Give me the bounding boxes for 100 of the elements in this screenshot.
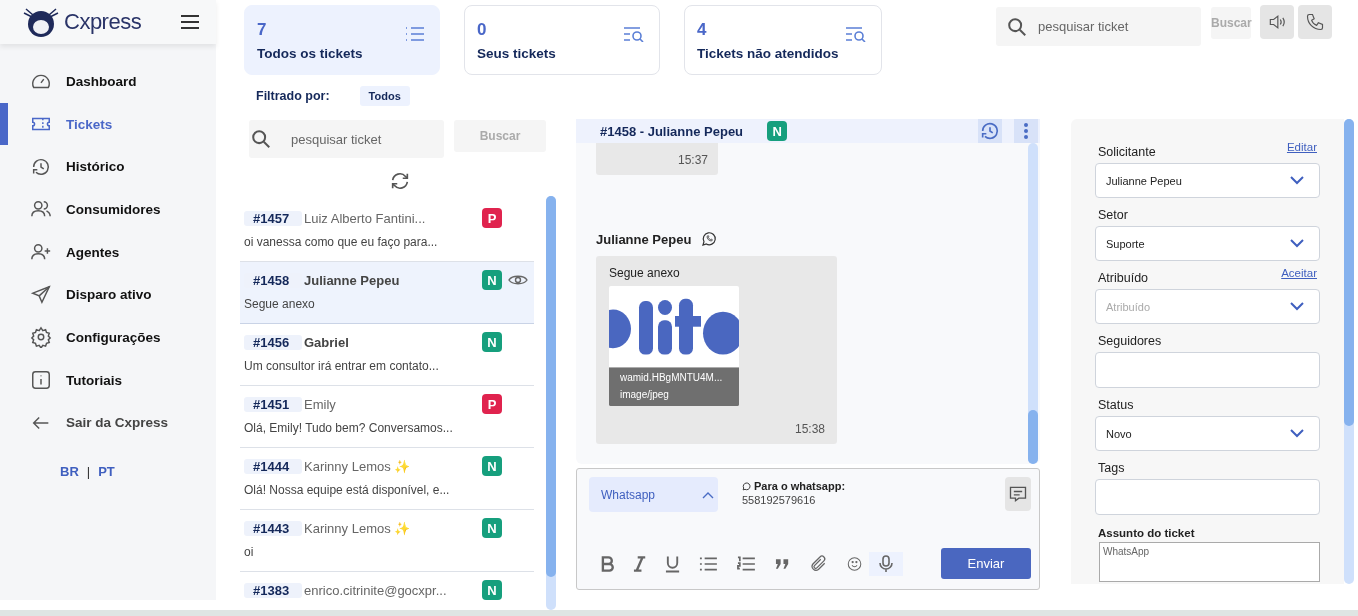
refresh-icon[interactable] bbox=[389, 170, 411, 192]
ticket-id: #1444 bbox=[244, 458, 302, 474]
nav-item[interactable]: Tickets bbox=[0, 102, 216, 146]
chevron-up-icon bbox=[702, 490, 714, 499]
message-time: 15:38 bbox=[794, 422, 825, 436]
file-type: image/jpeg bbox=[620, 389, 670, 400]
ticket-preview: Olá, Emily! Tudo bem? Conversamos... bbox=[244, 421, 454, 435]
chevron-down-icon bbox=[1290, 176, 1304, 185]
ticket-name: Karinny Lemos ✨ bbox=[304, 458, 412, 474]
separator: | bbox=[86, 464, 91, 480]
speaker-button[interactable] bbox=[1260, 5, 1294, 39]
language-link[interactable]: PT bbox=[98, 464, 115, 480]
ticket-id: #1456 bbox=[244, 334, 302, 350]
ticket-name: Gabriel bbox=[304, 334, 350, 350]
phone-button[interactable] bbox=[1298, 5, 1332, 39]
ticket-item[interactable]: #1458 Julianne Pepeu N Segue anexo bbox=[240, 262, 534, 324]
select-field[interactable]: Julianne Pepeu bbox=[1095, 163, 1320, 198]
ticket-id: #1383 bbox=[244, 582, 302, 598]
stat-card[interactable]: 0 Seus tickets bbox=[464, 5, 660, 75]
phone-icon bbox=[1305, 12, 1325, 32]
ticket-name: Luiz Alberto Fantini... bbox=[304, 210, 427, 226]
brand-name: Cxpress bbox=[64, 9, 142, 35]
status-badge: P bbox=[482, 394, 502, 414]
ticket-item[interactable]: #1444 Karinny Lemos ✨ N Olá! Nossa equipe está disponível, e... bbox=[240, 448, 534, 510]
status-badge: N bbox=[482, 332, 502, 352]
select-field[interactable]: Novo bbox=[1095, 416, 1320, 451]
nav-item[interactable]: Histórico bbox=[0, 145, 216, 189]
nav-item[interactable]: Agentes bbox=[0, 230, 216, 274]
nav-item[interactable]: Configurações bbox=[0, 316, 216, 359]
more-button[interactable] bbox=[1014, 119, 1038, 143]
nav-item[interactable]: Tutoriais bbox=[0, 358, 216, 402]
nav-item[interactable]: Dashboard bbox=[0, 60, 216, 103]
chevron-down-icon bbox=[1290, 429, 1304, 438]
ticket-item[interactable]: #1451 Emily P Olá, Emily! Tudo bem? Conversamos... bbox=[240, 386, 534, 448]
history-icon bbox=[979, 120, 1001, 142]
stat-card[interactable]: 7 Todos os tickets bbox=[244, 5, 440, 75]
info-icon bbox=[30, 369, 52, 392]
message-text: Segue anexo bbox=[609, 266, 681, 280]
settings-icon bbox=[30, 326, 52, 349]
scrollbar[interactable] bbox=[1344, 119, 1354, 584]
menu-icon[interactable] bbox=[180, 14, 200, 30]
ticket-item[interactable]: #1443 Karinny Lemos ✨ N oi bbox=[240, 510, 534, 572]
field-label: Atribuído bbox=[1098, 271, 1149, 285]
nav-item[interactable]: Consumidores bbox=[0, 188, 216, 231]
ticket-item[interactable]: #1456 Gabriel N Um consultor irá entrar em contato... bbox=[240, 324, 534, 386]
ticket-count: 0 bbox=[477, 20, 488, 40]
bold-icon[interactable] bbox=[601, 555, 615, 572]
logout-link[interactable]: Sair da Cxpress bbox=[0, 401, 216, 445]
field-label: Seguidores bbox=[1098, 334, 1162, 348]
ticket-id: #1443 bbox=[244, 520, 302, 536]
field-label: Status bbox=[1098, 398, 1134, 412]
ticket-name: Karinny Lemos ✨ bbox=[304, 520, 412, 536]
ticket-name: Julianne Pepeu bbox=[304, 272, 401, 288]
ticket-preview: oi bbox=[244, 545, 255, 559]
send-button[interactable]: Enviar bbox=[940, 548, 1031, 579]
field-label: Tags bbox=[1098, 461, 1125, 475]
sender-name: Julianne Pepeu bbox=[596, 231, 692, 247]
status-badge: N bbox=[482, 518, 502, 538]
italic-icon[interactable] bbox=[633, 555, 647, 572]
status-badge: N bbox=[482, 456, 502, 476]
status-badge: N bbox=[767, 121, 788, 141]
scrollbar[interactable] bbox=[546, 196, 556, 610]
search-list-icon bbox=[623, 26, 645, 42]
ticket-preview: Segue anexo bbox=[244, 297, 316, 311]
chevron-down-icon bbox=[1290, 302, 1304, 311]
microphone-button[interactable] bbox=[869, 551, 903, 576]
channel-select[interactable]: Whatsapp bbox=[589, 477, 718, 512]
filter-label: Filtrado por: bbox=[256, 89, 330, 103]
stat-card[interactable]: 4 Tickets não atendidos bbox=[684, 5, 882, 75]
status-badge: N bbox=[482, 580, 502, 600]
select-field[interactable]: Suporte bbox=[1095, 226, 1320, 261]
underline-icon[interactable] bbox=[665, 554, 681, 573]
numbered-list-icon[interactable] bbox=[737, 555, 757, 572]
input-field[interactable] bbox=[1095, 479, 1320, 515]
input-field[interactable] bbox=[1095, 352, 1320, 388]
subject-field[interactable]: WhatsApp bbox=[1099, 542, 1320, 582]
message-icon bbox=[1008, 484, 1028, 504]
ticket-preview: oi vanessa como que eu faço para... bbox=[244, 235, 439, 249]
recipient-number: 558192579616 bbox=[742, 494, 817, 506]
note-button[interactable] bbox=[1005, 477, 1031, 511]
message-time: 15:37 bbox=[677, 153, 708, 167]
history-button[interactable] bbox=[978, 119, 1002, 143]
paperclip-icon[interactable] bbox=[809, 553, 828, 574]
field-action-link[interactable]: Aceitar bbox=[1281, 267, 1317, 279]
search-field[interactable]: pesquisar ticket bbox=[996, 7, 1201, 46]
ticket-preview: Um consultor irá entrar em contato... bbox=[244, 359, 440, 373]
field-action-link[interactable]: Editar bbox=[1286, 141, 1317, 153]
language-link[interactable]: BR bbox=[60, 464, 79, 480]
stat-label: Todos os tickets bbox=[257, 46, 363, 61]
status-badge: N bbox=[482, 270, 502, 290]
stat-label: Seus tickets bbox=[477, 46, 556, 61]
search-field[interactable]: pesquisar ticket bbox=[249, 120, 444, 158]
microphone-icon bbox=[878, 554, 893, 573]
emoji-icon[interactable] bbox=[846, 555, 862, 572]
quote-icon[interactable] bbox=[775, 557, 791, 570]
nav-item[interactable]: Disparo ativo bbox=[0, 273, 216, 317]
scrollbar[interactable] bbox=[1028, 143, 1038, 464]
bullet-list-icon[interactable] bbox=[699, 555, 719, 572]
filter-chip[interactable]: Todos bbox=[359, 86, 410, 106]
ticket-name: enrico.citrinite@gocxpr... bbox=[304, 582, 448, 598]
